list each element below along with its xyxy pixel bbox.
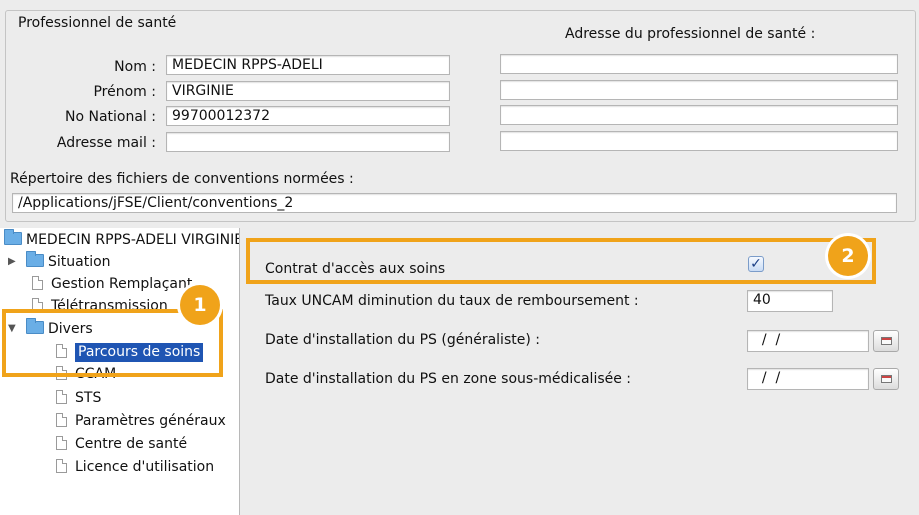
calendar-icon <box>881 375 892 383</box>
prenom-label: Prénom : <box>93 84 156 100</box>
nom-label: Nom : <box>114 59 156 75</box>
no-national-label: No National : <box>65 109 156 125</box>
folder-icon <box>26 251 44 267</box>
tree-item-gestion-remplacant[interactable]: Gestion Remplaçant <box>32 274 192 294</box>
address-header: Adresse du professionnel de santé : <box>565 26 816 42</box>
document-icon <box>32 276 43 290</box>
date-install-calendar-button[interactable] <box>873 330 899 352</box>
date-install-label: Date d'installation du PS (généraliste) … <box>265 332 540 348</box>
document-icon <box>56 436 67 450</box>
group-title: Professionnel de santé <box>16 15 179 31</box>
email-field[interactable] <box>166 132 450 152</box>
date-install-field[interactable]: / / <box>747 330 869 352</box>
callout-badge-2: 2 <box>828 236 868 276</box>
tree-item-label: Gestion Remplaçant <box>51 276 193 292</box>
tree-item-label: Licence d'utilisation <box>75 459 215 475</box>
nom-field[interactable]: MEDECIN RPPS-ADELI <box>166 55 450 75</box>
expand-triangle-icon[interactable]: ▶ <box>8 252 16 272</box>
conventions-label: Répertoire des fichiers de conventions n… <box>10 171 354 187</box>
no-national-field[interactable]: 99700012372 <box>166 106 450 126</box>
tree-item-parametres-generaux[interactable]: Paramètres généraux <box>56 411 226 431</box>
date-install-zone-label: Date d'installation du PS en zone sous-m… <box>265 371 632 387</box>
document-icon <box>56 459 67 473</box>
email-label: Adresse mail : <box>56 135 156 151</box>
tree-root-label: MEDECIN RPPS-ADELI VIRGINIE <box>26 232 240 248</box>
tree-item-label: Centre de santé <box>75 436 188 452</box>
tree-item-licence[interactable]: Licence d'utilisation <box>56 457 214 477</box>
calendar-icon <box>881 337 892 345</box>
callout-box-2 <box>246 238 876 284</box>
conventions-path-field[interactable]: /Applications/jFSE/Client/conventions_2 <box>12 193 897 213</box>
address-line-2[interactable] <box>500 80 898 100</box>
document-icon <box>56 413 67 427</box>
tree-item-label: Paramètres généraux <box>75 413 226 429</box>
tree-item-label: STS <box>75 390 102 406</box>
date-install-zone-field[interactable]: / / <box>747 368 869 390</box>
taux-field[interactable]: 40 <box>747 290 833 312</box>
tree-item-situation[interactable]: Situation <box>26 251 111 272</box>
taux-label: Taux UNCAM diminution du taux de rembour… <box>265 293 639 309</box>
folder-icon <box>4 229 22 245</box>
date-install-zone-calendar-button[interactable] <box>873 368 899 390</box>
address-line-4[interactable] <box>500 131 898 151</box>
address-line-1[interactable] <box>500 54 898 74</box>
tree-root[interactable]: MEDECIN RPPS-ADELI VIRGINIE <box>4 229 240 250</box>
prenom-field[interactable]: VIRGINIE <box>166 81 450 101</box>
tree-item-label: Situation <box>48 254 111 270</box>
tree-item-sts[interactable]: STS <box>56 388 101 408</box>
callout-badge-1: 1 <box>180 285 220 325</box>
document-icon <box>56 390 67 404</box>
tree-item-centre-de-sante[interactable]: Centre de santé <box>56 434 187 454</box>
address-line-3[interactable] <box>500 105 898 125</box>
